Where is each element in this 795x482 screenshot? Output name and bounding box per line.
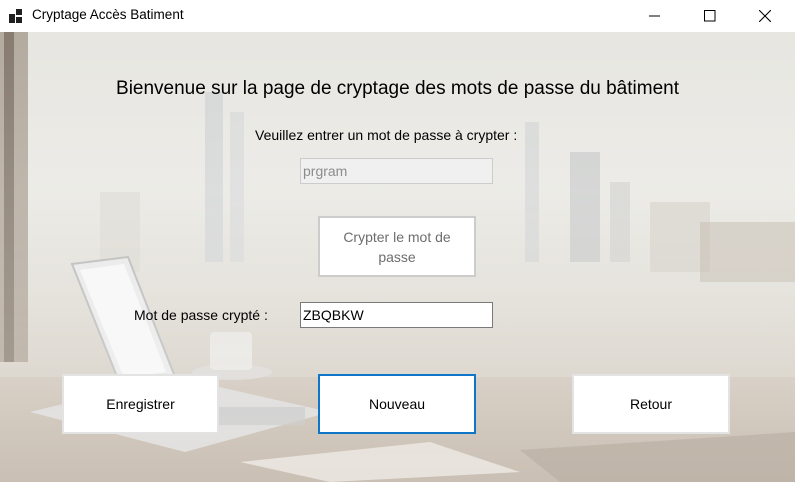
minimize-button[interactable] (632, 0, 678, 32)
app-icon (9, 9, 22, 23)
password-prompt-label: Veuillez entrer un mot de passe à crypte… (255, 127, 518, 143)
crypt-password-button-label: Crypter le mot de passe (343, 228, 451, 265)
encrypted-password-label: Mot de passe crypté : (134, 307, 268, 323)
maximize-button[interactable] (687, 0, 733, 32)
password-input[interactable]: prgram (300, 158, 493, 184)
back-button[interactable]: Retour (572, 374, 730, 434)
new-button[interactable]: Nouveau (318, 374, 476, 434)
crypt-password-button[interactable]: Crypter le mot de passe (318, 216, 476, 277)
maximize-icon (704, 10, 716, 22)
minimize-icon (649, 15, 660, 17)
title-bar: Cryptage Accès Batiment (0, 0, 795, 32)
save-button-label: Enregistrer (106, 396, 175, 412)
page-heading: Bienvenue sur la page de cryptage des mo… (116, 78, 679, 99)
new-button-label: Nouveau (368, 396, 426, 412)
close-icon (759, 10, 771, 22)
encrypted-password-field[interactable]: ZBQBKW (300, 302, 493, 328)
window-title: Cryptage Accès Batiment (32, 7, 184, 22)
back-button-label: Retour (629, 396, 673, 412)
client-area: Bienvenue sur la page de cryptage des mo… (0, 32, 795, 482)
close-button[interactable] (742, 0, 788, 32)
save-button[interactable]: Enregistrer (62, 374, 219, 434)
